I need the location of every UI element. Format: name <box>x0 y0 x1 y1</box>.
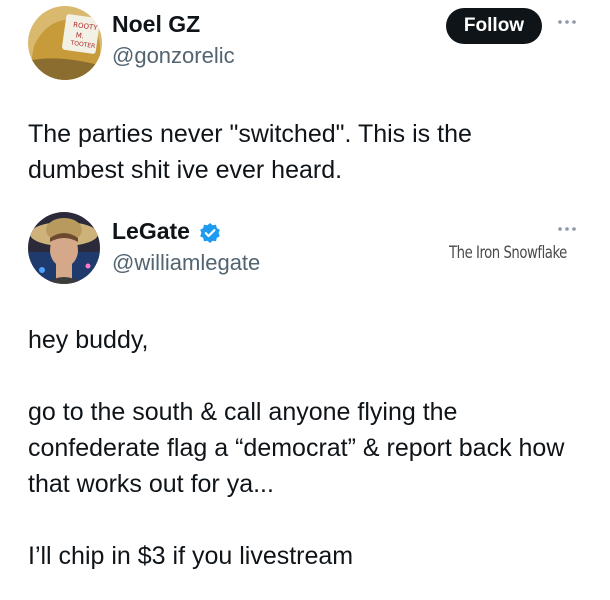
reply-paragraph-1: hey buddy, <box>28 326 149 354</box>
more-dots-icon[interactable] <box>557 16 577 28</box>
verified-badge-icon <box>200 223 220 243</box>
reply-text: hey buddy, go to the south & call anyone… <box>28 322 568 574</box>
avatar-noel-gz[interactable]: ROOTY M. TOOTER <box>28 6 102 80</box>
more-dots-glyph <box>558 20 576 24</box>
more-dots-icon[interactable] <box>557 223 577 235</box>
avatar-image <box>28 212 100 284</box>
avatar-legate[interactable] <box>28 212 100 284</box>
display-name[interactable]: LeGate <box>112 218 190 245</box>
watermark-text: The Iron Snowflake <box>449 243 567 263</box>
reply-paragraph-2: go to the south & call anyone flying the… <box>28 398 565 498</box>
avatar-image: ROOTY M. TOOTER <box>28 6 102 80</box>
reply-paragraph-3: I’ll chip in $3 if you livestream <box>28 542 354 570</box>
more-dots-glyph <box>558 227 576 231</box>
user-handle[interactable]: @gonzorelic <box>112 43 235 69</box>
svg-text:M.: M. <box>75 31 84 40</box>
user-handle[interactable]: @williamlegate <box>112 250 260 276</box>
tweet-body: The parties never "switched". This is th… <box>28 120 472 184</box>
display-name[interactable]: Noel GZ <box>112 11 200 38</box>
tweet-text: The parties never "switched". This is th… <box>28 116 548 188</box>
follow-button[interactable]: Follow <box>446 8 542 44</box>
